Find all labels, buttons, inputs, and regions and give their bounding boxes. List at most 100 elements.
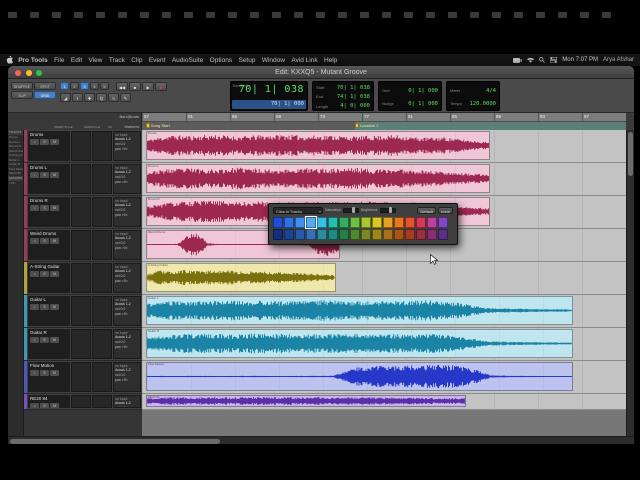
edit-mode-shuffle[interactable]: SHUFFLE: [11, 82, 33, 90]
bars-ruler-label[interactable]: Bars|Beats: [120, 114, 140, 119]
saturation-slider-knob[interactable]: [352, 207, 356, 213]
search-icon[interactable]: [539, 57, 546, 63]
color-swatch[interactable]: [405, 217, 415, 228]
color-swatch[interactable]: [284, 229, 294, 240]
mute-button[interactable]: M: [50, 139, 59, 145]
inserts-slot[interactable]: [71, 164, 91, 194]
color-swatch[interactable]: [372, 229, 382, 240]
sends-slot[interactable]: [92, 395, 112, 408]
solo-button[interactable]: S: [40, 403, 49, 408]
track-name[interactable]: Guitar R: [28, 329, 70, 336]
inserts-slot[interactable]: [71, 197, 91, 227]
track-name[interactable]: Drums R: [28, 197, 70, 204]
sidebar-track-item[interactable]: RE20 84: [8, 171, 23, 176]
color-swatch[interactable]: [273, 229, 283, 240]
color-swatch[interactable]: [339, 217, 349, 228]
inserts-slot[interactable]: [71, 296, 91, 326]
markers-ruler-label[interactable]: Markers: [125, 124, 139, 129]
audio-clip[interactable]: RE20 84: [145, 395, 467, 407]
pencil-tool[interactable]: ✎: [120, 93, 131, 102]
track-name[interactable]: RE20 84: [28, 395, 70, 402]
menu-item-edit[interactable]: Edit: [68, 57, 86, 64]
trim-tool[interactable]: ◢: [60, 93, 71, 102]
zoom-preset-2[interactable]: 2: [70, 82, 79, 90]
color-swatch[interactable]: [273, 217, 283, 228]
record-enable-button[interactable]: ●: [30, 370, 39, 376]
audio-clip[interactable]: Guitar R: [145, 329, 573, 358]
mute-button[interactable]: M: [50, 172, 59, 178]
color-swatch[interactable]: [295, 217, 305, 228]
track-lane-guitar-r[interactable]: Guitar R: [142, 328, 626, 361]
mute-button[interactable]: M: [50, 304, 59, 310]
menu-item-clip[interactable]: Clip: [128, 57, 146, 64]
horizontal-scrollbar[interactable]: [8, 436, 634, 444]
mute-button[interactable]: M: [50, 271, 59, 277]
track-name[interactable]: Guitar L: [28, 296, 70, 303]
sends-slot[interactable]: [92, 131, 112, 161]
color-swatch[interactable]: [328, 229, 338, 240]
solo-button[interactable]: S: [40, 238, 49, 244]
mute-button[interactable]: M: [50, 238, 59, 244]
record-button[interactable]: ●: [155, 82, 167, 91]
timeline-marker[interactable]: Location 2: [354, 123, 378, 128]
solo-button[interactable]: S: [40, 271, 49, 277]
selection-length-value[interactable]: 4| 0| 000: [340, 103, 370, 109]
solo-button[interactable]: S: [40, 139, 49, 145]
battery-icon[interactable]: [513, 57, 523, 63]
vertical-scrollbar[interactable]: [626, 130, 634, 436]
saturation-slider[interactable]: [342, 207, 359, 213]
inserts-slot[interactable]: [71, 362, 91, 392]
audio-clip[interactable]: A-String Guitar: [145, 263, 336, 292]
bars-beats-ruler[interactable]: 57 61 65 69 73 77 81 85 89 93 97: [142, 113, 626, 122]
color-swatch[interactable]: [284, 217, 294, 228]
record-enable-button[interactable]: ●: [30, 238, 39, 244]
color-swatch[interactable]: [416, 229, 426, 240]
tempo-meter-display[interactable]: Meter 4/4 Tempo 120.0000: [446, 81, 500, 111]
default-color-button[interactable]: Default: [417, 206, 437, 214]
tempo-value[interactable]: 120.0000: [470, 101, 497, 107]
apply-to-dropdown[interactable]: Clips in Tracks: [273, 206, 323, 214]
menu-item-help[interactable]: Help: [321, 57, 341, 64]
audio-clip[interactable]: Drums L: [145, 164, 491, 193]
color-swatch[interactable]: [416, 217, 426, 228]
menu-item-file[interactable]: File: [51, 57, 68, 64]
selection-start-value[interactable]: 70| 1| 038: [337, 85, 370, 91]
sends-slot[interactable]: [92, 362, 112, 392]
apple-menu-icon[interactable]: [6, 56, 13, 64]
track-lane-flow-motion[interactable]: Flow Motion: [142, 361, 626, 394]
meter-value[interactable]: 4/4: [486, 88, 496, 94]
zoom-preset-4[interactable]: 4: [90, 82, 99, 90]
record-enable-button[interactable]: ●: [30, 205, 39, 211]
color-swatch[interactable]: [438, 229, 448, 240]
track-color-tab[interactable]: [24, 196, 27, 228]
track-name[interactable]: Weird Drums: [28, 230, 70, 237]
fullscreen-button[interactable]: [36, 69, 42, 76]
track-lane-a-string-guitar[interactable]: A-String Guitar: [142, 262, 626, 295]
edit-canvas[interactable]: Drums Drums L Drums R Weird Drums A-String G…: [142, 130, 626, 436]
mute-button[interactable]: M: [50, 370, 59, 376]
mute-button[interactable]: M: [50, 337, 59, 343]
grid-value[interactable]: 0| 1| 000: [408, 88, 438, 94]
color-swatch[interactable]: [339, 229, 349, 240]
sidebar-track-item[interactable]: Drums R: [8, 144, 23, 149]
menu-item-audiosuite[interactable]: AudioSuite: [169, 57, 207, 64]
track-color-tab[interactable]: [24, 394, 27, 409]
edit-selection-display[interactable]: Start 70| 1| 038 End 74| 1| 038 Length 4…: [312, 81, 374, 111]
solo-button[interactable]: S: [40, 370, 49, 376]
sends-slot[interactable]: [92, 263, 112, 293]
tracks-groups-sidebar[interactable]: TRACKSDrumsDrums LDrums RWeird DrumsA-St…: [8, 130, 24, 436]
play-button[interactable]: ▶: [142, 82, 154, 91]
color-swatch[interactable]: [372, 217, 382, 228]
menu-item-event[interactable]: Event: [146, 57, 169, 64]
color-swatch[interactable]: [306, 229, 316, 240]
track-lane-re20-84[interactable]: RE20 84: [142, 394, 626, 410]
color-swatch[interactable]: [438, 217, 448, 228]
main-counter[interactable]: Bars|Beats 70| 1| 038 70| 1| 000: [230, 81, 308, 111]
edit-mode-grid[interactable]: GRID: [34, 91, 56, 99]
sidebar-group-item[interactable]: <All>: [8, 181, 23, 186]
horizontal-scrollbar-thumb[interactable]: [10, 438, 220, 444]
color-swatch[interactable]: [350, 217, 360, 228]
audio-clip[interactable]: Drums: [145, 131, 491, 160]
track-name[interactable]: Drums L: [28, 164, 70, 171]
color-swatch[interactable]: [405, 229, 415, 240]
